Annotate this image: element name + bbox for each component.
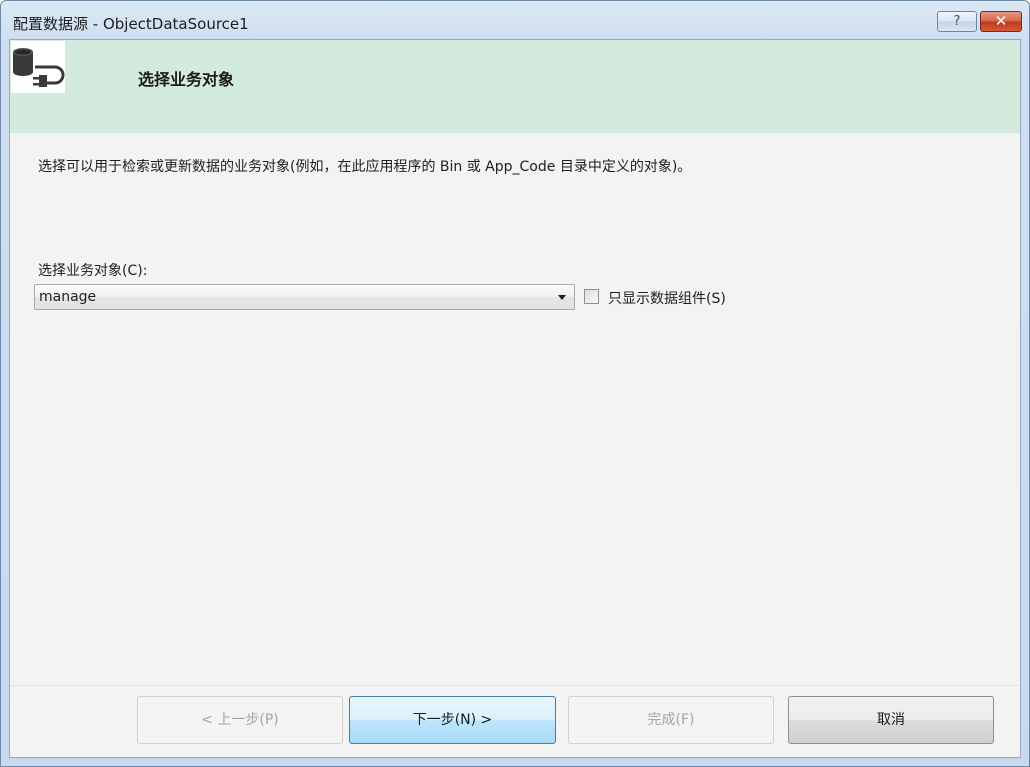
finish-button[interactable]: 完成(F) — [568, 696, 774, 744]
wizard-header: 选择业务对象 — [10, 40, 1020, 133]
title-bar[interactable]: 配置数据源 - ObjectDataSource1 ? ✕ — [1, 1, 1029, 39]
help-icon: ? — [953, 14, 961, 29]
business-object-dropdown[interactable]: manage — [34, 284, 575, 310]
window-title: 配置数据源 - ObjectDataSource1 — [13, 15, 249, 33]
chevron-down-icon — [554, 289, 570, 305]
close-button[interactable]: ✕ — [980, 11, 1022, 32]
business-object-value: manage — [39, 289, 97, 305]
next-button[interactable]: 下一步(N) > — [349, 696, 556, 744]
cancel-button[interactable]: 取消 — [788, 696, 994, 744]
dialog-body: 选择业务对象 选择可以用于检索或更新数据的业务对象(例如，在此应用程序的 Bin… — [9, 39, 1021, 758]
data-components-only-label: 只显示数据组件(S) — [608, 291, 726, 307]
data-components-only-checkbox[interactable] — [584, 289, 599, 304]
page-description: 选择可以用于检索或更新数据的业务对象(例如，在此应用程序的 Bin 或 App_… — [38, 159, 692, 175]
business-object-label: 选择业务对象(C): — [38, 263, 148, 279]
database-connect-icon — [11, 41, 65, 93]
footer-divider — [10, 685, 1020, 686]
page-title: 选择业务对象 — [138, 70, 235, 89]
configure-data-source-dialog: 配置数据源 - ObjectDataSource1 ? ✕ 选择业务对象 选择可… — [0, 0, 1030, 767]
help-button[interactable]: ? — [937, 11, 977, 32]
back-button[interactable]: < 上一步(P) — [137, 696, 343, 744]
close-icon: ✕ — [994, 12, 1008, 30]
